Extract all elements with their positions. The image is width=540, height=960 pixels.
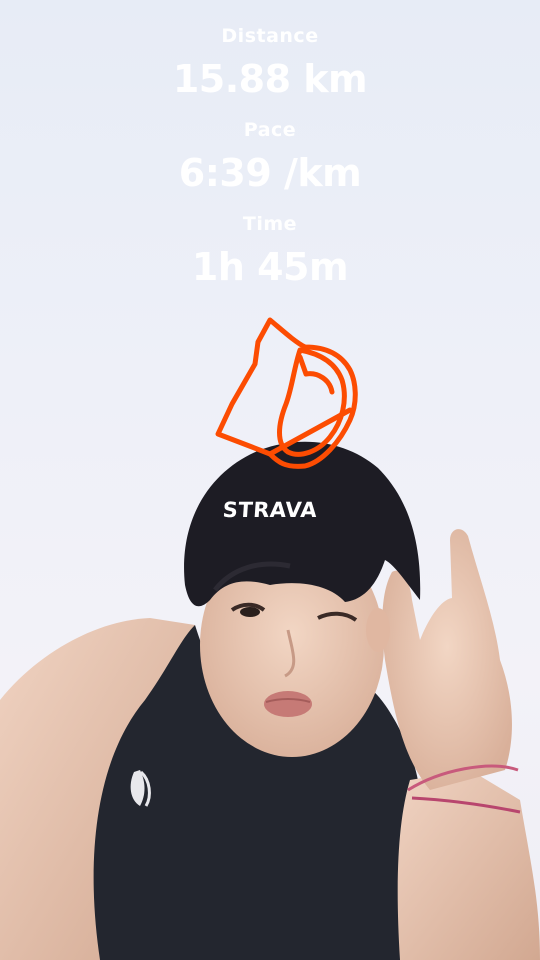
distance-label: Distance	[221, 25, 319, 47]
strava-logo: STRAVA	[221, 498, 319, 522]
activity-stats: Distance 15.88 km Pace 6:39 /km Time 1h …	[0, 22, 540, 304]
time-value: 1h 45m	[191, 245, 349, 289]
time-label: Time	[242, 213, 298, 235]
pace-value: 6:39 /km	[178, 151, 362, 195]
story-screen: Distance 15.88 km Pace 6:39 /km Time 1h …	[0, 0, 540, 960]
route-map-trace	[215, 317, 358, 469]
distance-value: 15.88 km	[172, 57, 368, 101]
pace-label: Pace	[243, 119, 297, 141]
